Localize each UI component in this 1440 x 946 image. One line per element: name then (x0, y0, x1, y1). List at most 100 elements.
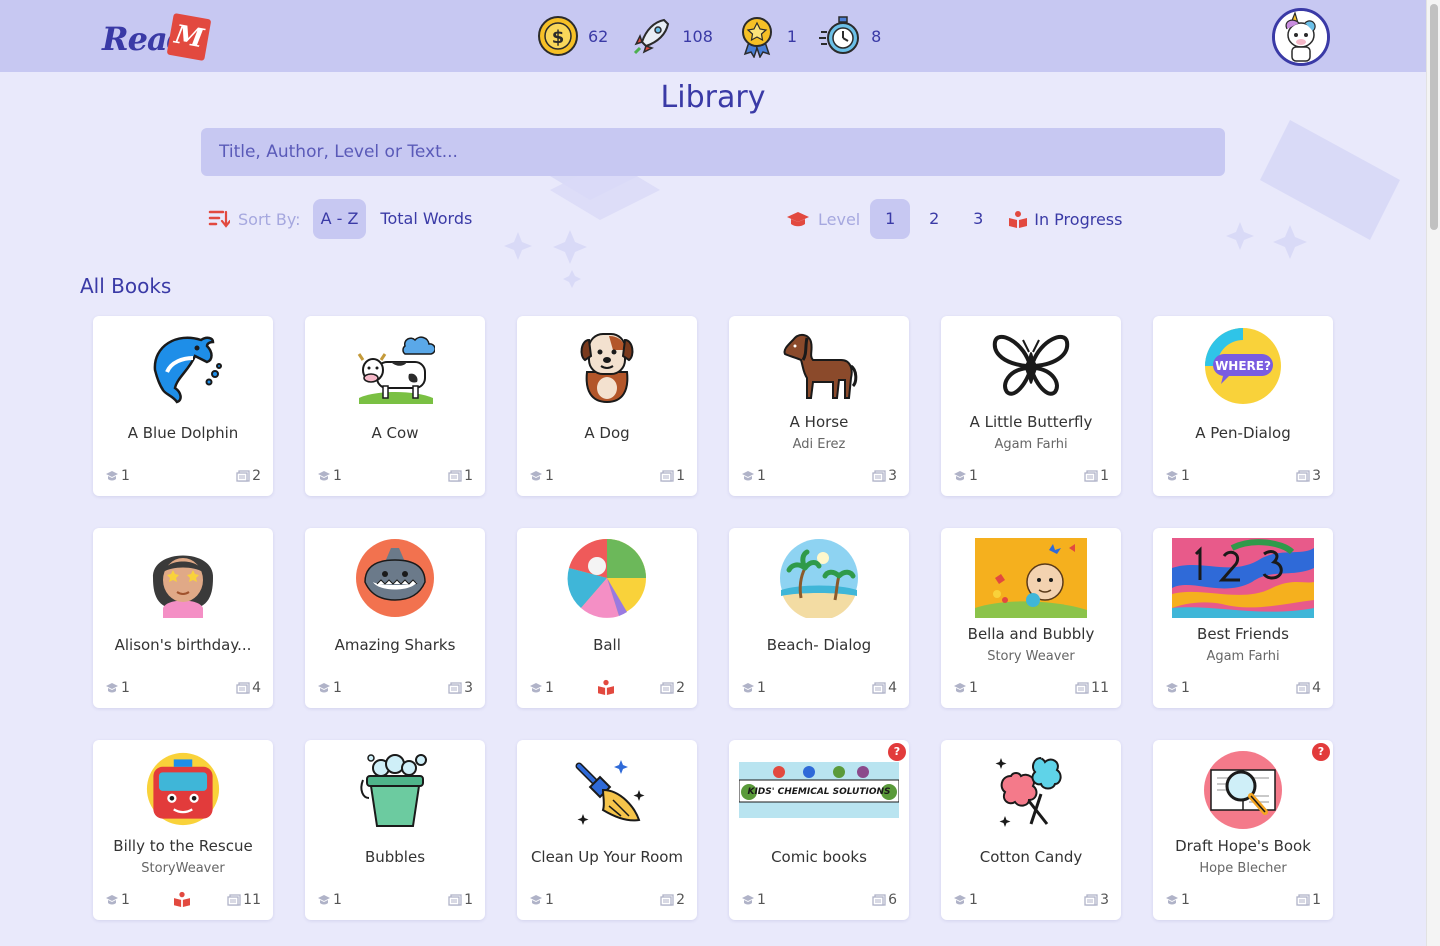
book-pages: 3 (1296, 468, 1321, 484)
warning-badge[interactable]: ? (1312, 743, 1330, 761)
book-pages: 4 (872, 680, 897, 696)
book-card-amazing-sharks[interactable]: Amazing Sharks 1 3 (305, 528, 485, 708)
search-input[interactable] (201, 128, 1225, 176)
in-progress-filter[interactable]: In Progress (1008, 210, 1122, 229)
book-title: Bubbles (364, 848, 426, 866)
book-title: Best Friends (1197, 625, 1289, 643)
level-cap-icon (1166, 683, 1178, 693)
pages-icon (872, 894, 886, 906)
dog-icon (580, 333, 634, 404)
broom-icon (575, 760, 645, 825)
bus-icon (146, 752, 220, 826)
book-card-billy-to-the-rescue[interactable]: Billy to the Rescue StoryWeaver 1 11 (93, 740, 273, 920)
coin-icon: $ (538, 16, 578, 56)
book-level: 1 (105, 892, 130, 908)
graduation-cap-icon (787, 212, 809, 227)
book-level-value: 1 (333, 468, 342, 484)
book-author: Hope Blecher (1199, 861, 1287, 876)
page-scrollbar[interactable] (1426, 0, 1440, 946)
bella-cover-icon (975, 538, 1087, 618)
book-card-bubbles[interactable]: Bubbles 1 1 (305, 740, 485, 920)
book-pages: 6 (872, 892, 897, 908)
book-card-cotton-candy[interactable]: Cotton Candy 1 3 (941, 740, 1121, 920)
ball-icon (567, 538, 646, 618)
book-level-value: 1 (1181, 468, 1190, 484)
level-cap-icon (954, 471, 966, 481)
level-option-3[interactable]: 3 (958, 199, 998, 239)
book-level-value: 1 (545, 468, 554, 484)
book-level: 1 (105, 680, 130, 696)
book-card-a-horse[interactable]: A Horse Adi Erez 1 3 (729, 316, 909, 496)
book-card-comic-books[interactable]: KIDS' CHEMICAL SOLUTIONS ? Comic books 1… (729, 740, 909, 920)
book-level: 1 (1165, 680, 1190, 696)
cow-icon (357, 336, 435, 404)
book-level-value: 1 (545, 680, 554, 696)
pages-icon (872, 470, 886, 482)
pages-icon (448, 894, 462, 906)
book-pages-value: 1 (1312, 892, 1321, 908)
level-option-1[interactable]: 1 (870, 199, 911, 239)
book-title: Draft Hope's Book (1175, 837, 1311, 855)
book-pages-value: 4 (1312, 680, 1321, 696)
sort-option-total-words[interactable]: Total Words (372, 199, 480, 239)
book-level-value: 1 (121, 680, 130, 696)
stopwatch-icon (819, 16, 860, 54)
book-pages-value: 1 (676, 468, 685, 484)
magnifier-book-icon (1204, 751, 1282, 829)
shark-icon (356, 539, 434, 617)
book-card-a-cow[interactable]: A Cow 1 1 (305, 316, 485, 496)
section-title-all-books: All Books (80, 274, 172, 298)
level-cap-icon (106, 471, 118, 481)
book-level-value: 1 (1181, 680, 1190, 696)
book-card-a-little-butterfly[interactable]: A Little Butterfly Agam Farhi 1 1 (941, 316, 1121, 496)
rocket-value: 108 (682, 26, 713, 46)
level-cap-icon (530, 471, 542, 481)
warning-badge[interactable]: ? (888, 743, 906, 761)
book-title: A Blue Dolphin (127, 424, 239, 442)
level-label: Level (818, 209, 861, 229)
book-pages-value: 2 (676, 892, 685, 908)
bucket-bubbles-icon (360, 754, 427, 827)
svg-text:$: $ (552, 27, 565, 48)
level-cap-icon (1166, 471, 1178, 481)
pages-icon (448, 470, 462, 482)
book-pages: 3 (1084, 892, 1109, 908)
book-pages: 11 (1075, 680, 1109, 696)
readm-logo[interactable]: Read M (100, 10, 216, 62)
book-card-bella-and-bubbly[interactable]: Bella and Bubbly Story Weaver 1 11 (941, 528, 1121, 708)
book-card-ball[interactable]: Ball 1 2 (517, 528, 697, 708)
book-card-draft-hopes-book[interactable]: ? Draft Hope's Book Hope Blecher 1 1 (1153, 740, 1333, 920)
book-level: 1 (953, 892, 978, 908)
book-card-alisons-birthday[interactable]: Alison's birthday... 1 4 (93, 528, 273, 708)
sort-option-a-z[interactable]: A - Z (312, 199, 367, 239)
in-progress-label: In Progress (1034, 209, 1123, 229)
book-card-a-dog[interactable]: A Dog 1 1 (517, 316, 697, 496)
book-card-a-blue-dolphin[interactable]: A Blue Dolphin 1 2 (93, 316, 273, 496)
level-cap-icon (1166, 895, 1178, 905)
butterfly-icon (992, 334, 1070, 396)
book-pages: 1 (1296, 892, 1321, 908)
book-pages-value: 4 (888, 680, 897, 696)
level-option-2[interactable]: 2 (914, 199, 954, 239)
coins-value: 62 (588, 26, 609, 46)
page: Read M $ 62 108 1 8 Library Title, Autho… (0, 0, 1426, 946)
book-level: 1 (317, 468, 342, 484)
user-avatar[interactable] (1272, 8, 1330, 66)
book-level-value: 1 (121, 892, 130, 908)
comic-banner-icon: KIDS' CHEMICAL SOLUTIONS (739, 762, 899, 818)
book-pages: 4 (236, 680, 261, 696)
rocket-icon (634, 18, 670, 55)
numbers-painting-icon (1172, 538, 1314, 618)
logo-flag: M (166, 13, 212, 61)
sort-by-label: Sort By: (238, 209, 301, 229)
scrollbar-thumb[interactable] (1430, 4, 1438, 230)
book-card-beach-dialog[interactable]: Beach- Dialog 1 4 (729, 528, 909, 708)
pages-icon (236, 470, 250, 482)
level-cap-icon (318, 471, 330, 481)
book-card-clean-up-your-room[interactable]: Clean Up Your Room 1 2 (517, 740, 697, 920)
book-card-a-pen-dialog[interactable]: WHERE? A Pen-Dialog 1 3 (1153, 316, 1333, 496)
book-level: 1 (317, 680, 342, 696)
book-card-best-friends[interactable]: Best Friends Agam Farhi 1 4 (1153, 528, 1333, 708)
book-title: Alison's birthday... (114, 636, 252, 654)
stopwatch-value: 8 (871, 26, 882, 46)
